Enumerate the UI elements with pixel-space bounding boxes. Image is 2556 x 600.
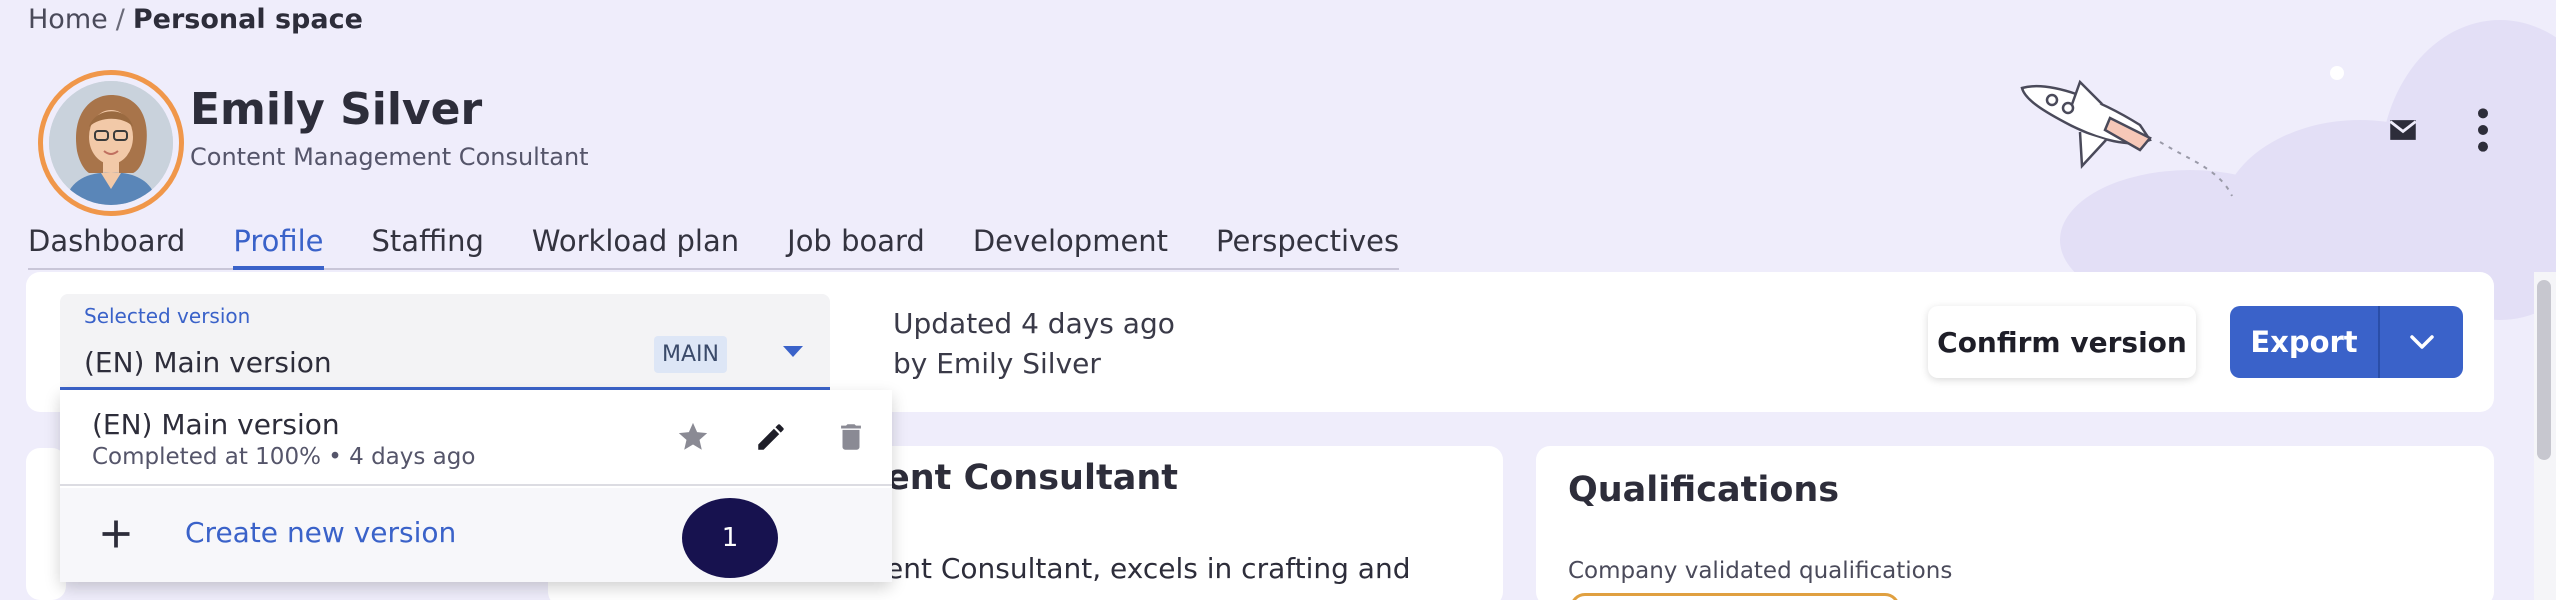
- plus-icon: [102, 520, 130, 548]
- version-select-value: (EN) Main version: [84, 346, 332, 379]
- qualifications-subtitle: Company validated qualifications: [1568, 558, 1953, 584]
- tab-dashboard[interactable]: Dashboard: [28, 224, 185, 268]
- version-select[interactable]: Selected version (EN) Main version MAIN: [60, 294, 830, 390]
- create-new-version-label: Create new version: [185, 516, 457, 549]
- step-marker: 1: [682, 498, 778, 578]
- mail-icon[interactable]: [2386, 113, 2420, 147]
- updated-time: Updated 4 days ago: [893, 307, 1175, 340]
- breadcrumb-home[interactable]: Home: [28, 4, 108, 35]
- breadcrumb-current: Personal space: [132, 4, 363, 35]
- version-option-subtitle: Completed at 100% • 4 days ago: [92, 444, 476, 470]
- avatar: [38, 70, 184, 216]
- user-name: Emily Silver: [190, 84, 483, 135]
- qualifications-title: Qualifications: [1568, 470, 1840, 510]
- rocket-illustration: [2020, 79, 2233, 197]
- version-select-label: Selected version: [84, 304, 251, 328]
- tab-development[interactable]: Development: [973, 224, 1168, 268]
- edit-pencil-icon[interactable]: [754, 420, 788, 454]
- trash-icon[interactable]: [834, 420, 868, 454]
- breadcrumb-separator: /: [115, 4, 125, 35]
- tab-workload-plan[interactable]: Workload plan: [532, 224, 739, 268]
- updated-info: Updated 4 days ago by Emily Silver: [893, 304, 1175, 384]
- version-option-title: (EN) Main version: [92, 408, 340, 441]
- export-options-button[interactable]: [2380, 306, 2463, 378]
- summary-card-text: ent Consultant, excels in crafting and: [886, 552, 1411, 585]
- tab-profile[interactable]: Profile: [233, 224, 324, 270]
- export-button-group: Export: [2230, 306, 2463, 378]
- tab-bar: Dashboard Profile Staffing Workload plan…: [28, 224, 1400, 270]
- more-vertical-icon[interactable]: [2466, 105, 2500, 155]
- chevron-down-icon: [2409, 335, 2434, 349]
- scrollbar-thumb[interactable]: [2537, 280, 2551, 460]
- breadcrumb: Home / Personal space: [28, 4, 363, 35]
- tab-job-board[interactable]: Job board: [787, 224, 925, 268]
- user-job-title: Content Management Consultant: [190, 143, 589, 171]
- updated-by: by Emily Silver: [893, 347, 1101, 380]
- decorative-cloud: [2330, 66, 2344, 80]
- tab-perspectives[interactable]: Perspectives: [1216, 224, 1399, 268]
- main-version-badge: MAIN: [654, 336, 727, 373]
- version-option[interactable]: (EN) Main version Completed at 100% • 4 …: [60, 390, 892, 486]
- avatar-photo: [49, 81, 173, 205]
- summary-card-title: ent Consultant: [886, 458, 1178, 498]
- confirm-version-button[interactable]: Confirm version: [1928, 306, 2196, 378]
- export-button[interactable]: Export: [2230, 306, 2380, 378]
- star-icon[interactable]: [676, 420, 710, 454]
- page-scrollbar[interactable]: [2534, 272, 2556, 600]
- qualification-chip[interactable]: [1570, 593, 1900, 600]
- tab-staffing[interactable]: Staffing: [372, 224, 484, 268]
- caret-down-icon[interactable]: [778, 342, 808, 362]
